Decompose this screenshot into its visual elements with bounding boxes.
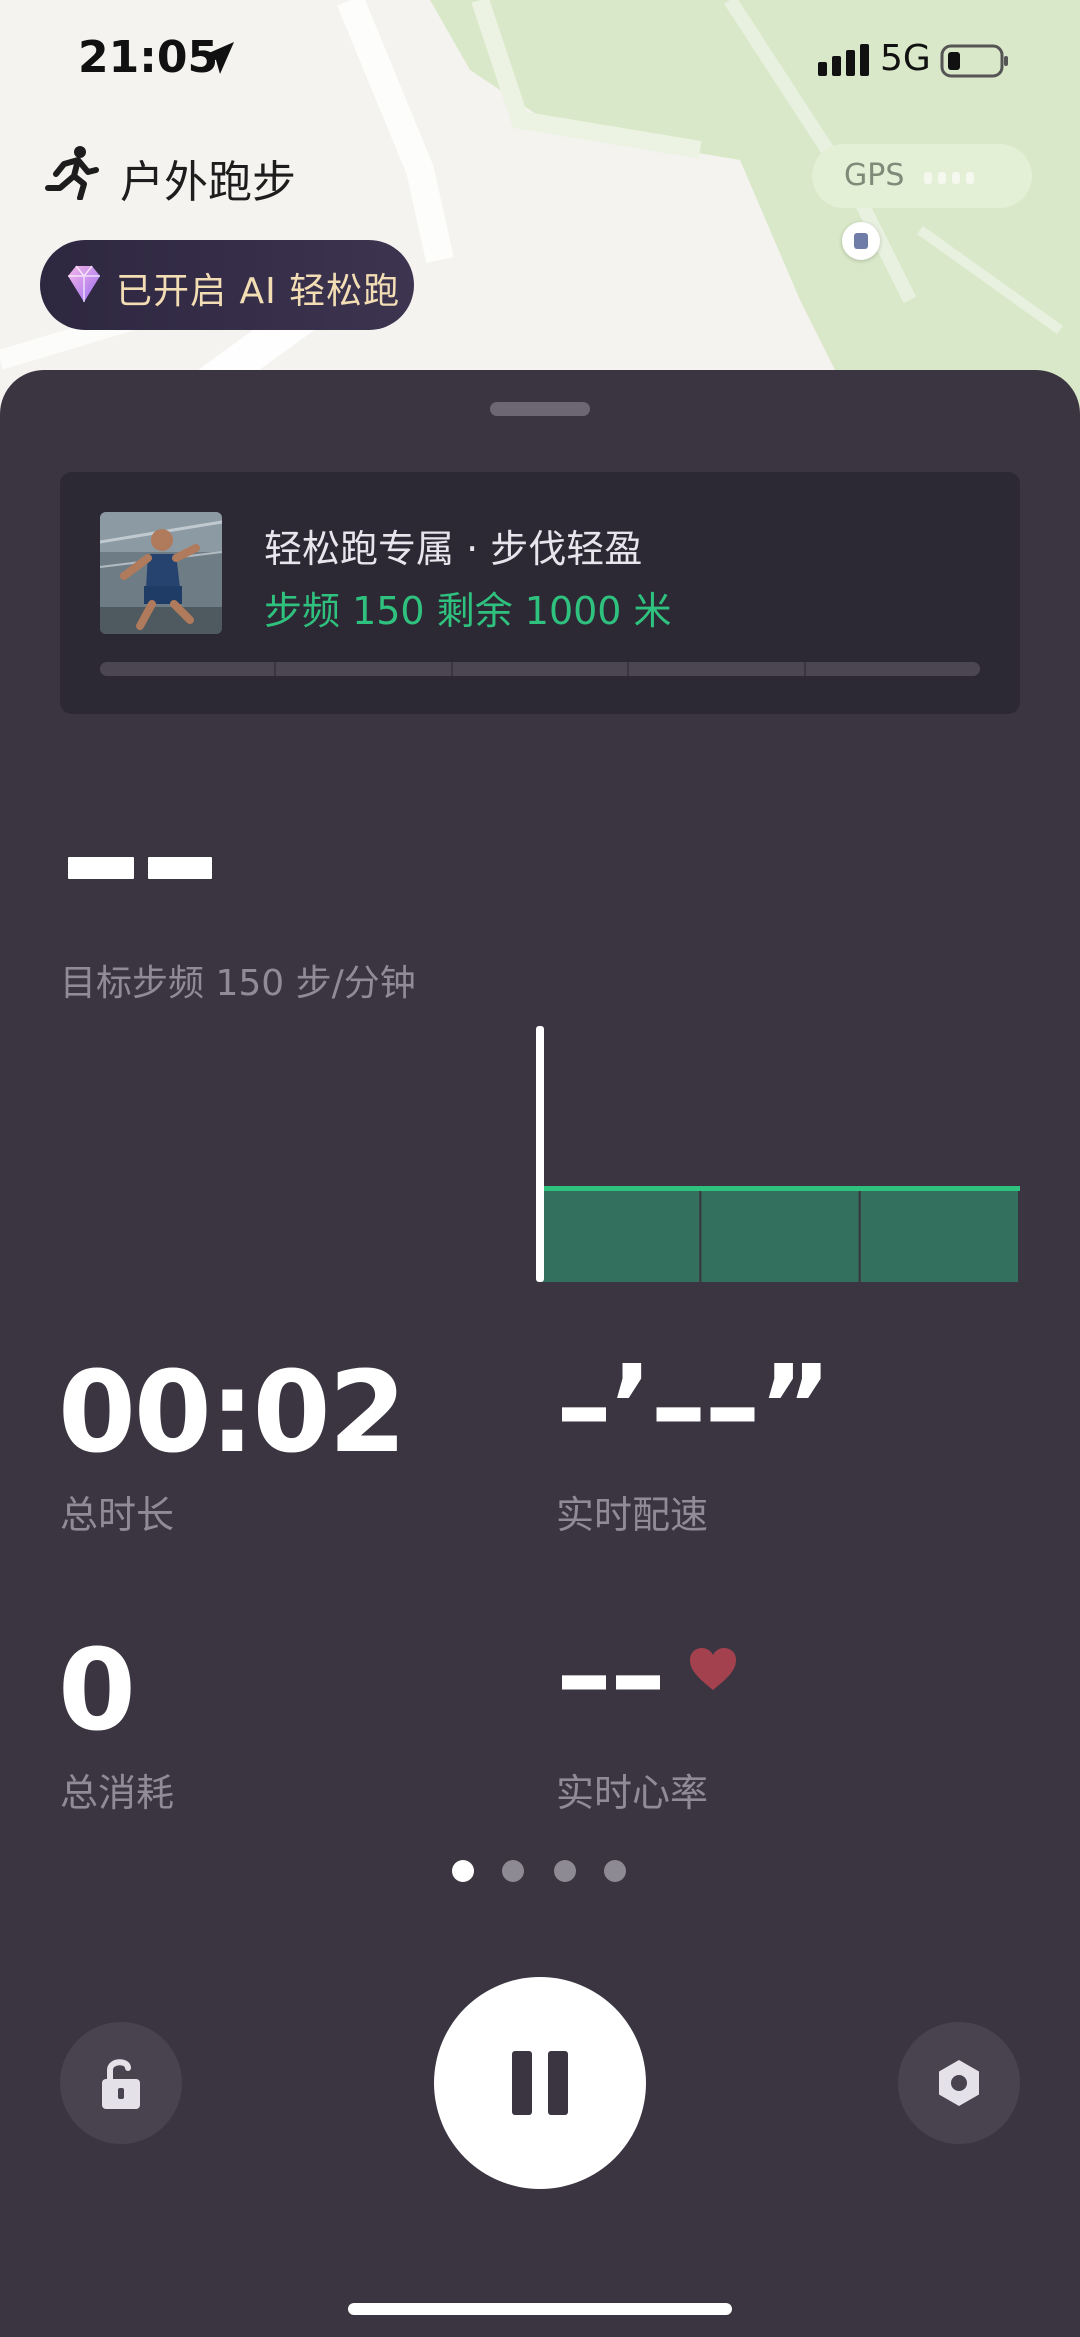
- gps-signal-icon: [924, 172, 974, 184]
- progress-segment: [629, 662, 806, 676]
- status-time: 21:05: [78, 32, 219, 83]
- progress-segment: [100, 662, 277, 676]
- ai-easy-run-badge[interactable]: 已开启 AI 轻松跑: [40, 240, 414, 330]
- hexagon-settings-icon: [939, 2060, 979, 2106]
- page-dot[interactable]: [452, 1860, 474, 1882]
- pace-value: –’––”: [556, 1342, 832, 1472]
- workout-progress-bar: [100, 662, 980, 676]
- battery-icon: [940, 44, 1008, 78]
- workout-mode-title: 户外跑步: [120, 157, 296, 208]
- sheet-drag-handle[interactable]: [490, 402, 590, 416]
- location-arrow-icon: [202, 42, 234, 74]
- current-cadence-dash: [148, 857, 212, 879]
- gps-status: GPS: [812, 144, 1032, 208]
- workout-thumbnail: [100, 512, 222, 634]
- pause-icon: [512, 2051, 568, 2115]
- map-compass-button[interactable]: [842, 222, 880, 260]
- heart-rate-value: ––: [556, 1610, 666, 1740]
- page-indicator: [452, 1860, 632, 1884]
- chart-cadence-segment: [542, 1186, 700, 1282]
- home-indicator[interactable]: [348, 2303, 732, 2315]
- diamond-icon: [68, 265, 100, 302]
- network-type: 5G: [880, 38, 931, 79]
- ai-badge-label: 已开启 AI 轻松跑: [116, 271, 401, 312]
- workout-card-subtitle: 步频 150 剩余 1000 米: [264, 589, 672, 633]
- duration-label: 总时长: [60, 1493, 175, 1537]
- heart-rate-label: 实时心率: [556, 1771, 709, 1815]
- running-icon: [45, 146, 99, 200]
- current-cadence-dash: [68, 857, 134, 879]
- heart-icon: [690, 1648, 736, 1690]
- map-compass-icon: [854, 233, 868, 249]
- duration-value: 00:02: [58, 1348, 407, 1478]
- chart-current-time-line: [536, 1026, 544, 1282]
- settings-button[interactable]: [898, 2022, 1020, 2144]
- workout-card-title: 轻松跑专属 · 步伐轻盈: [264, 527, 643, 571]
- page-dot[interactable]: [554, 1860, 576, 1882]
- cellular-signal-icon: [818, 44, 869, 76]
- page-dot[interactable]: [604, 1860, 626, 1882]
- cadence-chart: [536, 1026, 1020, 1282]
- calories-value: 0: [58, 1626, 136, 1756]
- target-cadence-label: 目标步频 150 步/分钟: [60, 963, 416, 1004]
- workout-panel: 轻松跑专属 · 步伐轻盈 步频 150 剩余 1000 米 目标步频 150 步…: [0, 370, 1080, 2337]
- progress-segment: [806, 662, 980, 676]
- unlock-icon: [102, 2059, 140, 2109]
- chart-target-line: [542, 1186, 1020, 1191]
- progress-segment: [276, 662, 453, 676]
- progress-segment: [453, 662, 630, 676]
- gps-label: GPS: [844, 158, 905, 193]
- workout-plan-card[interactable]: 轻松跑专属 · 步伐轻盈 步频 150 剩余 1000 米: [60, 472, 1020, 714]
- calories-label: 总消耗: [60, 1771, 175, 1815]
- lock-screen-button[interactable]: [60, 2022, 182, 2144]
- pause-button[interactable]: [434, 1977, 646, 2189]
- page-dot[interactable]: [502, 1860, 524, 1882]
- chart-cadence-segment: [701, 1186, 859, 1282]
- chart-cadence-segment: [860, 1186, 1018, 1282]
- pace-label: 实时配速: [556, 1493, 709, 1537]
